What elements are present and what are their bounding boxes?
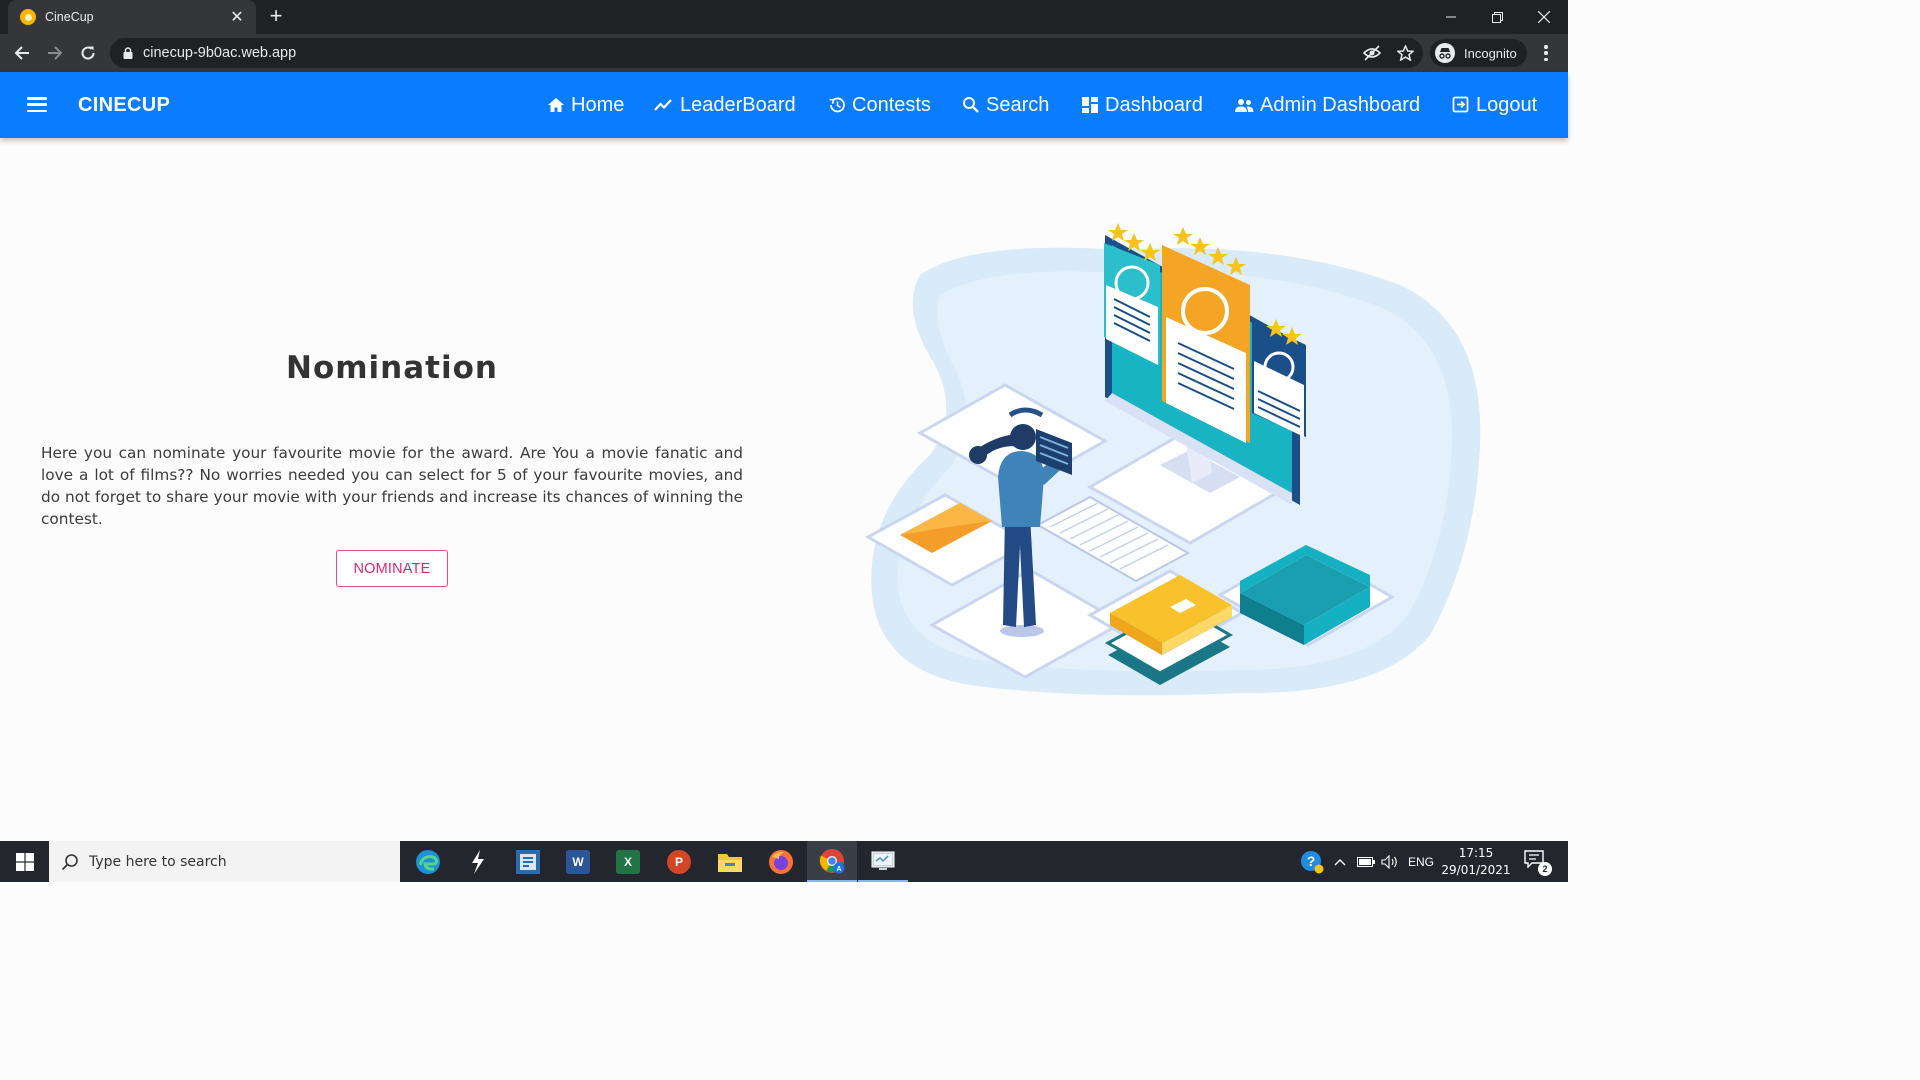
file-explorer-icon — [718, 853, 742, 872]
lock-icon — [123, 47, 133, 59]
nomination-illustration — [864, 223, 1481, 696]
taskbar-word[interactable]: W — [553, 841, 603, 882]
clock-date: 29/01/2021 — [1441, 863, 1511, 877]
people-icon — [1235, 99, 1254, 112]
taskbar-file-explorer[interactable] — [705, 841, 755, 882]
browser-menu-icon[interactable] — [1537, 43, 1555, 63]
powerpoint-icon: P — [667, 849, 691, 874]
reload-button[interactable] — [74, 39, 102, 67]
nav-admin-dashboard[interactable]: Admin Dashboard — [1235, 92, 1420, 118]
browser-titlebar: CineCup ✕ + — [0, 0, 1568, 34]
edge-icon — [416, 849, 440, 874]
taskbar-visual-studio[interactable] — [503, 841, 553, 882]
help-tray-icon[interactable]: ? — [1300, 841, 1324, 882]
address-bar[interactable]: cinecup-9b0ac.web.app — [110, 38, 1423, 68]
help-icon: ? — [1301, 850, 1324, 873]
cinecup-favicon-icon — [20, 9, 36, 25]
arrow-right-icon — [48, 46, 63, 60]
forward-button[interactable] — [41, 39, 69, 67]
nav-logout[interactable]: Logout — [1452, 92, 1537, 118]
tab-close-icon[interactable]: ✕ — [228, 7, 246, 27]
language-indicator[interactable]: ENG — [1408, 841, 1434, 882]
chevron-up-icon — [1334, 858, 1346, 865]
nav-dashboard-label: Dashboard — [1105, 93, 1203, 116]
url-text: cinecup-9b0ac.web.app — [143, 45, 297, 61]
taskbar-powerpoint[interactable]: P — [654, 841, 704, 882]
notification-count-badge: 2 — [1538, 862, 1552, 876]
hamburger-menu-icon[interactable] — [27, 97, 47, 112]
bookmark-star-icon[interactable] — [1396, 44, 1414, 62]
taskbar-search-placeholder: Type here to search — [89, 853, 227, 870]
browser-toolbar: cinecup-9b0ac.web.app Incognito — [0, 34, 1568, 72]
nav-contests-label: Contests — [852, 93, 931, 116]
chrome-icon: A — [819, 848, 845, 873]
brand-logo[interactable]: CINECUP — [78, 94, 170, 117]
nomination-description: Here you can nominate your favourite mov… — [41, 444, 743, 528]
nominate-button[interactable]: NOMINATE — [336, 550, 448, 587]
search-icon — [61, 853, 79, 871]
close-icon — [1538, 11, 1550, 23]
show-hidden-icons-button[interactable] — [1334, 841, 1346, 882]
browser-tab[interactable]: CineCup ✕ — [8, 0, 256, 34]
restore-icon — [1491, 11, 1503, 23]
close-window-button[interactable] — [1521, 0, 1567, 34]
battery-tray-icon[interactable] — [1357, 841, 1375, 882]
tab-title: CineCup — [45, 10, 94, 24]
logout-icon — [1452, 96, 1469, 113]
dashboard-icon — [1082, 96, 1098, 113]
speaker-icon — [1381, 854, 1397, 869]
clock-time: 17:15 — [1458, 846, 1494, 860]
action-center-button[interactable]: 2 — [1524, 850, 1552, 876]
incognito-label: Incognito — [1464, 45, 1517, 61]
svg-text:?: ? — [1307, 853, 1316, 869]
new-tab-button[interactable]: + — [264, 5, 288, 29]
start-button[interactable] — [0, 841, 49, 882]
taskbar-remote-desktop[interactable] — [858, 841, 908, 882]
arrow-left-icon — [14, 46, 29, 60]
nav-home-label: Home — [571, 93, 625, 116]
windows-logo-icon — [15, 852, 34, 871]
nav-leaderboard-label: LeaderBoard — [680, 93, 796, 116]
nav-search[interactable]: Search — [962, 92, 1049, 118]
history-icon — [829, 97, 845, 113]
word-icon: W — [566, 849, 590, 874]
incognito-icon — [1435, 43, 1455, 63]
volume-tray-icon[interactable] — [1381, 841, 1399, 882]
svg-text:A: A — [836, 866, 841, 873]
tracking-protection-icon[interactable] — [1363, 44, 1381, 62]
reload-icon — [81, 46, 95, 60]
nav-search-label: Search — [986, 93, 1050, 116]
nav-dashboard[interactable]: Dashboard — [1082, 92, 1203, 118]
battery-icon — [1357, 856, 1375, 867]
nav-leaderboard[interactable]: LeaderBoard — [654, 92, 796, 118]
vs-icon — [516, 849, 540, 874]
firefox-icon — [769, 849, 793, 874]
taskbar-excel[interactable]: X — [603, 841, 653, 882]
nav-admin-dashboard-label: Admin Dashboard — [1260, 93, 1421, 116]
back-button[interactable] — [8, 39, 36, 67]
restore-button[interactable] — [1474, 0, 1520, 34]
nav-contests[interactable]: Contests — [828, 92, 931, 118]
taskbar-firefox[interactable] — [756, 841, 806, 882]
nav-logout-label: Logout — [1476, 93, 1538, 116]
trending-icon — [654, 99, 672, 111]
taskbar-chrome[interactable]: A — [807, 841, 857, 882]
taskbar-search-box[interactable]: Type here to search — [49, 841, 400, 882]
taskbar-sourcetree[interactable] — [453, 841, 503, 882]
remote-desktop-icon — [871, 851, 895, 870]
app-header: CINECUP Home LeaderBoard Contests Search… — [0, 72, 1568, 138]
home-icon — [548, 98, 564, 112]
taskbar-edge[interactable] — [403, 841, 453, 882]
incognito-profile-button[interactable]: Incognito — [1430, 39, 1527, 67]
taskbar-clock[interactable]: 17:15 29/01/2021 — [1438, 845, 1514, 879]
windows-taskbar: Type here to search W X P A ? ENG 17:15 … — [0, 841, 1568, 882]
excel-icon: X — [616, 849, 640, 874]
page-title: Nomination — [286, 350, 498, 386]
sourcetree-icon — [472, 849, 484, 874]
minimize-button[interactable] — [1428, 0, 1474, 34]
search-icon — [963, 97, 979, 113]
minimize-icon — [1446, 16, 1456, 18]
nav-home[interactable]: Home — [547, 92, 624, 118]
